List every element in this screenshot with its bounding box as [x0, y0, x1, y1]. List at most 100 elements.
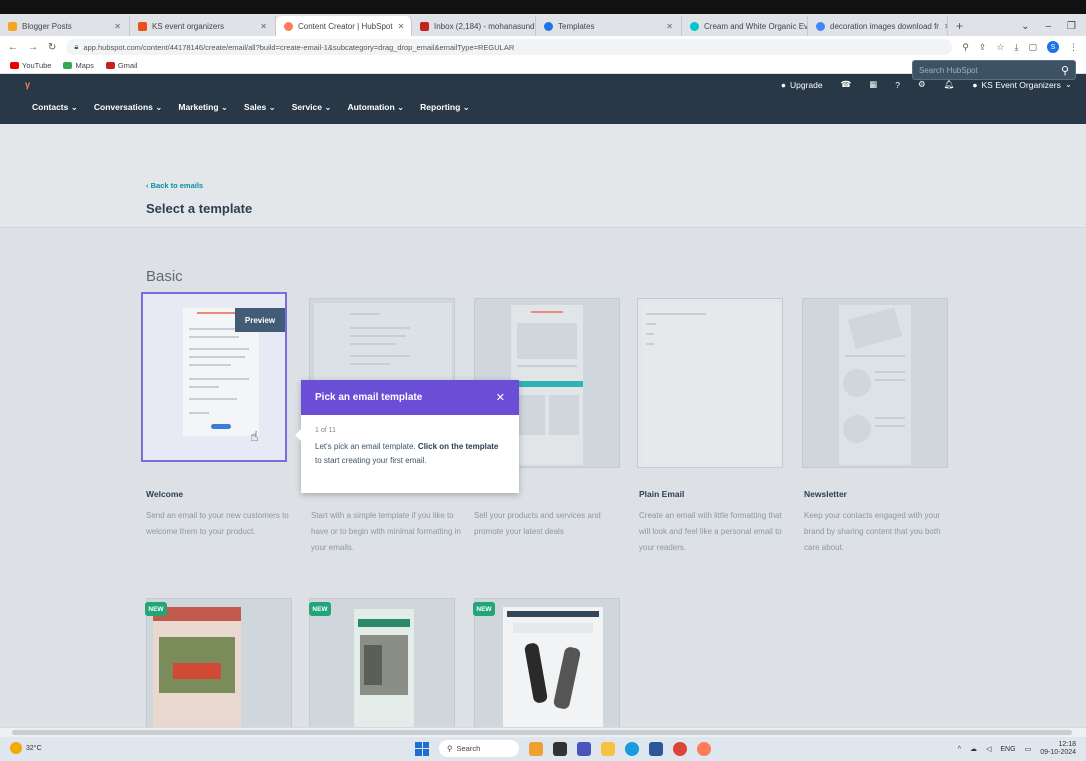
- page-header: ‹ Back to emails Select a template: [0, 124, 1086, 228]
- bookmark-gmail[interactable]: Gmail: [105, 61, 137, 70]
- profile-avatar[interactable]: S: [1047, 41, 1059, 53]
- address-row: ← → ↻ 🔒︎ app.hubspot.com/content/4417814…: [0, 36, 1086, 58]
- zoom-icon[interactable]: ⚲: [962, 42, 969, 53]
- close-icon[interactable]: ✕: [260, 22, 267, 31]
- sidebar-icon[interactable]: ▢: [1028, 42, 1037, 53]
- menu-automation[interactable]: Automation ⌄: [347, 102, 404, 113]
- file-explorer-icon[interactable]: [601, 741, 615, 756]
- tab-templates[interactable]: Templates ✕: [536, 16, 682, 36]
- tab-blogger[interactable]: Blogger Posts ✕: [0, 16, 130, 36]
- url-bar[interactable]: 🔒︎ app.hubspot.com/content/44178146/crea…: [66, 39, 953, 55]
- calling-icon[interactable]: ☎: [841, 79, 852, 90]
- hubspot-utility-bar: ● Upgrade ☎ ▦ ? ⚙ 🔔︎ ● KS Event Organizers…: [781, 79, 1072, 90]
- template-description: Start with a simple template if you like…: [311, 511, 461, 552]
- preview-button[interactable]: Preview: [235, 308, 285, 332]
- marketplace-icon[interactable]: ▦: [869, 79, 877, 90]
- search-icon[interactable]: ⚲: [1061, 64, 1069, 77]
- hubspot-logo-icon[interactable]: ᵞ: [25, 78, 30, 94]
- widgets-icon[interactable]: [529, 741, 543, 756]
- main-content: ‹ Back to emails Select a template Basic…: [0, 124, 1086, 727]
- template-card-product[interactable]: [474, 598, 620, 727]
- settings-gear-icon[interactable]: ⚙: [918, 79, 926, 90]
- teams-icon[interactable]: [577, 741, 591, 756]
- chrome-icon[interactable]: [673, 741, 687, 756]
- new-badge: NEW: [309, 602, 331, 616]
- weather-widget[interactable]: 32°C: [10, 742, 42, 754]
- tab-canva-cream[interactable]: Cream and White Organic Eve✕: [682, 16, 808, 36]
- tab-hubspot[interactable]: Content Creator | HubSpot ✕: [276, 16, 412, 36]
- menu-sales[interactable]: Sales ⌄: [244, 102, 276, 113]
- speaker-icon[interactable]: ◁: [986, 745, 991, 753]
- template-thumbnail: [839, 305, 911, 465]
- avatar: ●: [972, 79, 978, 90]
- bookmark-maps[interactable]: Maps: [63, 61, 94, 70]
- account-menu[interactable]: ● KS Event Organizers ⌄: [972, 79, 1072, 90]
- menu-conversations[interactable]: Conversations ⌄: [94, 102, 163, 113]
- tab-gmail[interactable]: Inbox (2,184) - mohanasundha✕: [412, 16, 536, 36]
- forward-arrow-icon[interactable]: →: [28, 42, 38, 53]
- templates-icon: [544, 21, 553, 31]
- google-icon: [816, 21, 825, 31]
- help-icon[interactable]: ?: [895, 80, 900, 90]
- window-controls: ⌄ – ❐: [1011, 16, 1086, 36]
- hubspot-app-icon[interactable]: [697, 741, 711, 756]
- template-card-welcome[interactable]: Preview: [141, 292, 287, 462]
- language-indicator[interactable]: ENG: [1000, 746, 1015, 753]
- template-thumbnail: [153, 607, 241, 727]
- edge-icon[interactable]: [625, 741, 639, 756]
- template-name: Newsletter: [804, 489, 847, 499]
- template-description: Sell your products and services and prom…: [474, 511, 601, 536]
- template-card-real-estate[interactable]: [309, 598, 455, 727]
- star-icon[interactable]: ☆: [996, 42, 1004, 53]
- url-text: app.hubspot.com/content/44178146/create/…: [83, 42, 515, 52]
- scrollbar-thumb[interactable]: [12, 730, 1072, 735]
- template-card-event[interactable]: [146, 598, 292, 727]
- popover-header: Pick an email template ✕: [301, 380, 519, 415]
- restore-icon[interactable]: ❐: [1067, 21, 1076, 32]
- template-name: Welcome: [146, 489, 184, 499]
- menu-contacts[interactable]: Contacts ⌄: [32, 102, 78, 113]
- template-card-newsletter[interactable]: [802, 298, 948, 468]
- close-icon[interactable]: ✕: [398, 22, 405, 31]
- taskbar-search[interactable]: ⚲ Search: [439, 740, 519, 757]
- store-icon[interactable]: [649, 741, 663, 756]
- minimize-icon[interactable]: –: [1045, 21, 1051, 32]
- new-tab-button[interactable]: +: [948, 16, 971, 36]
- notifications-bell-icon[interactable]: 🔔︎: [944, 79, 955, 90]
- page-title: Select a template: [146, 201, 253, 216]
- tab-google-search[interactable]: decoration images download fr✕: [808, 16, 948, 36]
- back-to-emails-link[interactable]: ‹ Back to emails: [146, 181, 203, 190]
- task-view-icon[interactable]: [553, 741, 567, 756]
- onedrive-icon[interactable]: ☁: [970, 745, 977, 753]
- close-icon[interactable]: ✕: [114, 22, 121, 31]
- chevron-up-icon[interactable]: ^: [958, 746, 961, 753]
- tab-ks-event[interactable]: KS event organizers ✕: [130, 16, 276, 36]
- back-arrow-icon[interactable]: ←: [8, 42, 18, 53]
- share-icon[interactable]: ⇪: [979, 42, 987, 53]
- horizontal-scrollbar[interactable]: [0, 727, 1086, 737]
- youtube-icon: [10, 62, 19, 69]
- network-icon[interactable]: ▭: [1025, 745, 1032, 753]
- bookmark-youtube[interactable]: YouTube: [10, 61, 51, 70]
- canva-icon: [690, 21, 699, 31]
- menu-dots-icon[interactable]: ⋮: [1069, 42, 1078, 53]
- menu-reporting[interactable]: Reporting ⌄: [420, 102, 470, 113]
- menu-service[interactable]: Service ⌄: [292, 102, 332, 113]
- template-thumbnail: [354, 609, 414, 727]
- close-icon[interactable]: ✕: [496, 391, 505, 404]
- reload-icon[interactable]: ↻: [48, 42, 56, 53]
- template-description: Keep your contacts engaged with your bra…: [804, 511, 941, 552]
- hubspot-search-input[interactable]: Search HubSpot ⚲: [912, 60, 1076, 80]
- menu-marketing[interactable]: Marketing ⌄: [178, 102, 228, 113]
- upgrade-button[interactable]: ● Upgrade: [781, 80, 823, 90]
- windows-start-icon[interactable]: [415, 741, 429, 756]
- close-icon[interactable]: ✕: [666, 22, 673, 31]
- clock[interactable]: 12:18 09-10-2024: [1040, 741, 1076, 757]
- chevron-down-icon[interactable]: ⌄: [1021, 21, 1029, 32]
- upgrade-icon: ●: [780, 79, 786, 90]
- hubspot-icon: [284, 21, 293, 31]
- template-card-plain-email[interactable]: [637, 298, 783, 468]
- chevron-down-icon: ⌄: [1064, 79, 1072, 89]
- download-icon[interactable]: ⤓: [1015, 42, 1019, 53]
- system-tray: ^ ☁ ◁ ENG ▭ 12:18 09-10-2024: [958, 741, 1076, 757]
